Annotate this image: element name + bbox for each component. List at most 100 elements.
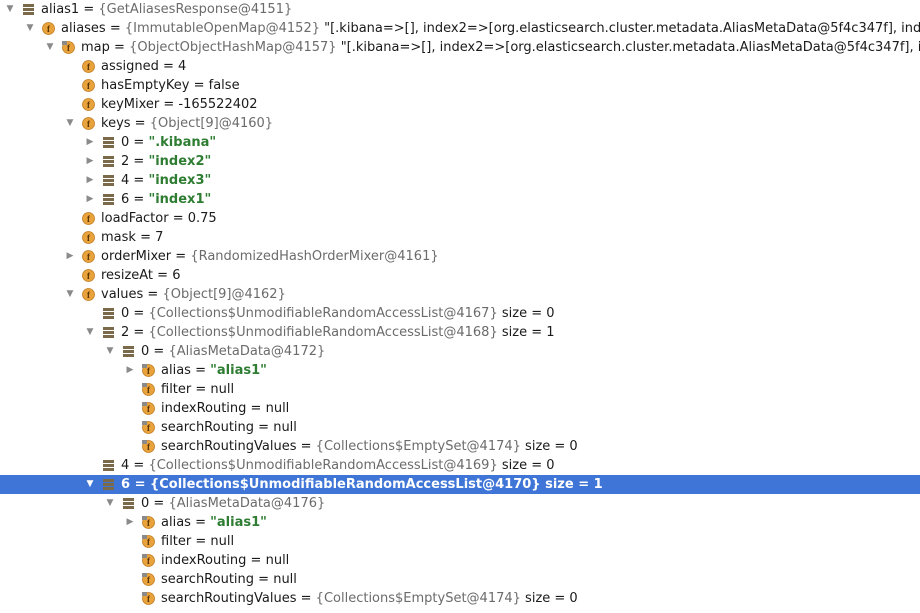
tree-row[interactable]: 0 = {Collections$UnmodifiableRandomAcces… <box>0 304 920 323</box>
tree-row[interactable]: f filter = null <box>0 380 920 399</box>
array-element-icon <box>22 3 35 16</box>
expand-arrow-icon[interactable]: ▶ <box>84 133 96 152</box>
expand-arrow-icon[interactable]: ▶ <box>84 152 96 171</box>
variable-value: null <box>273 420 297 435</box>
tree-row[interactable]: f assigned = 4 <box>0 57 920 76</box>
tree-row[interactable]: ▶ f orderMixer = {RandomizedHashOrderMixer… <box>0 247 920 266</box>
variable-value: "index3" <box>148 173 212 188</box>
array-element-icon <box>102 459 115 472</box>
variable-name: values <box>101 287 144 302</box>
tree-row[interactable]: ▼ 0 = {AliasMetaData@4176} <box>0 494 920 513</box>
collapse-arrow-icon[interactable]: ▼ <box>44 38 56 57</box>
variable-value: -165522402 <box>178 97 258 112</box>
variable-name: 6 <box>121 477 131 492</box>
tree-row[interactable]: ▼ 0 = {AliasMetaData@4172} <box>0 342 920 361</box>
variable-name: alias1 <box>41 2 80 17</box>
collapse-arrow-icon[interactable]: ▼ <box>64 114 76 133</box>
tree-row[interactable]: f loadFactor = 0.75 <box>0 209 920 228</box>
tree-row[interactable]: ▶ f alias = "alias1" <box>0 513 920 532</box>
tree-row[interactable]: f filter = null <box>0 532 920 551</box>
tree-row[interactable]: f indexRouting = null <box>0 551 920 570</box>
tree-row[interactable]: 4 = {Collections$UnmodifiableRandomAcces… <box>0 456 920 475</box>
tree-row-content: searchRouting = null <box>161 572 297 587</box>
collapse-arrow-icon[interactable]: ▼ <box>104 494 116 513</box>
collapse-arrow-icon[interactable]: ▼ <box>84 475 96 494</box>
variable-value: null <box>210 534 235 549</box>
tree-row[interactable]: f indexRouting = null <box>0 399 920 418</box>
tree-row[interactable]: ▶ 0 = ".kibana" <box>0 133 920 152</box>
tree-row-content: 2 = {Collections$UnmodifiableRandomAcces… <box>121 325 555 340</box>
tree-row-content: keys = {Object[9]@4160} <box>101 116 274 131</box>
tree-row[interactable]: ▶ 2 = "index2" <box>0 152 920 171</box>
tree-row[interactable]: f hasEmptyKey = false <box>0 76 920 95</box>
field-icon: f <box>142 440 155 453</box>
tree-row[interactable]: ▼ alias1 = {GetAliasesResponse@4151} <box>0 0 920 19</box>
variable-value: size = 0 <box>520 591 578 606</box>
field-icon: f <box>82 117 95 130</box>
variable-name: aliases <box>61 21 106 36</box>
tree-row[interactable]: f keyMixer = -165522402 <box>0 95 920 114</box>
tree-row-content: 2 = "index2" <box>121 154 212 169</box>
field-icon: f <box>142 516 155 529</box>
variable-value: "[.kibana=>[], index2=>[org.elasticsearc… <box>336 40 920 55</box>
variable-value: 4 <box>178 59 187 74</box>
collapse-arrow-icon[interactable]: ▼ <box>4 0 16 19</box>
tree-row-content: alias = "alias1" <box>161 515 267 530</box>
tree-row-content: values = {Object[9]@4162} <box>101 287 286 302</box>
expand-arrow-icon[interactable]: ▶ <box>84 171 96 190</box>
field-icon: f <box>142 554 155 567</box>
tree-row[interactable]: f searchRoutingValues = {Collections$Empt… <box>0 437 920 456</box>
tree-row-content: orderMixer = {RandomizedHashOrderMixer@4… <box>101 249 439 264</box>
tree-row[interactable]: f searchRouting = null <box>0 570 920 589</box>
tree-row[interactable]: ▼ f map = {ObjectObjectHashMap@4157} "[.ki… <box>0 38 920 57</box>
tree-row[interactable]: f resizeAt = 6 <box>0 266 920 285</box>
variable-type-ref: {ObjectObjectHashMap@4157} <box>129 40 337 55</box>
variable-name: searchRoutingValues <box>161 591 297 606</box>
variables-tree[interactable]: ▼ alias1 = {GetAliasesResponse@4151} ▼ f ali… <box>0 0 920 613</box>
array-element-icon <box>102 326 115 339</box>
array-element-icon <box>102 174 115 187</box>
expand-arrow-icon[interactable]: ▶ <box>124 361 136 380</box>
variable-name: keys <box>101 116 131 131</box>
variable-type-ref: {Object[9]@4162} <box>162 287 286 302</box>
field-icon: f <box>82 250 95 263</box>
collapse-arrow-icon[interactable]: ▼ <box>104 342 116 361</box>
tree-row-content: map = {ObjectObjectHashMap@4157} "[.kiba… <box>81 38 920 57</box>
tree-row-content: indexRouting = null <box>161 401 290 416</box>
collapse-arrow-icon[interactable]: ▼ <box>24 19 36 38</box>
variable-name: alias <box>161 515 191 530</box>
field-icon: f <box>82 79 95 92</box>
tree-row-content: searchRoutingValues = {Collections$Empty… <box>161 439 578 454</box>
variable-value: "[.kibana=>[], index2=>[org.elasticsearc… <box>319 21 920 36</box>
variable-value: "alias1" <box>210 363 267 378</box>
tree-row-content: alias = "alias1" <box>161 363 267 378</box>
expand-arrow-icon[interactable]: ▶ <box>124 513 136 532</box>
tree-row[interactable]: ▼ 2 = {Collections$UnmodifiableRandomAcce… <box>0 323 920 342</box>
tree-row[interactable]: ▶ f alias = "alias1" <box>0 361 920 380</box>
expand-arrow-icon[interactable]: ▶ <box>64 247 76 266</box>
field-icon: f <box>142 383 155 396</box>
expand-arrow-icon[interactable]: ▶ <box>84 190 96 209</box>
tree-row-content: 4 = "index3" <box>121 173 212 188</box>
tree-row[interactable]: f mask = 7 <box>0 228 920 247</box>
tree-row[interactable]: ▼ f values = {Object[9]@4162} <box>0 285 920 304</box>
variable-value: ".kibana" <box>148 135 217 150</box>
variable-value: size = 1 <box>540 477 603 492</box>
variable-name: searchRoutingValues <box>161 439 297 454</box>
tree-row[interactable]: ▼ f keys = {Object[9]@4160} <box>0 114 920 133</box>
array-element-icon <box>122 497 135 510</box>
collapse-arrow-icon[interactable]: ▼ <box>64 285 76 304</box>
variable-name: keyMixer <box>101 97 160 112</box>
tree-row[interactable]: ▶ 6 = "index1" <box>0 190 920 209</box>
variable-type-ref: {Collections$UnmodifiableRandomAccessLis… <box>150 477 541 492</box>
collapse-arrow-icon[interactable]: ▼ <box>84 323 96 342</box>
variable-value: false <box>208 78 240 93</box>
tree-row[interactable]: ▼ 6 = {Collections$UnmodifiableRandomAcce… <box>0 475 920 494</box>
tree-row[interactable]: f searchRoutingValues = {Collections$Empt… <box>0 589 920 608</box>
tree-row[interactable]: f searchRouting = null <box>0 418 920 437</box>
tree-row[interactable]: ▼ f aliases = {ImmutableOpenMap@4152} "[.k… <box>0 19 920 38</box>
tree-row[interactable]: ▶ 4 = "index3" <box>0 171 920 190</box>
variable-type-ref: {Collections$EmptySet@4174} <box>315 591 521 606</box>
variable-name: filter <box>161 534 192 549</box>
field-icon: f <box>82 98 95 111</box>
